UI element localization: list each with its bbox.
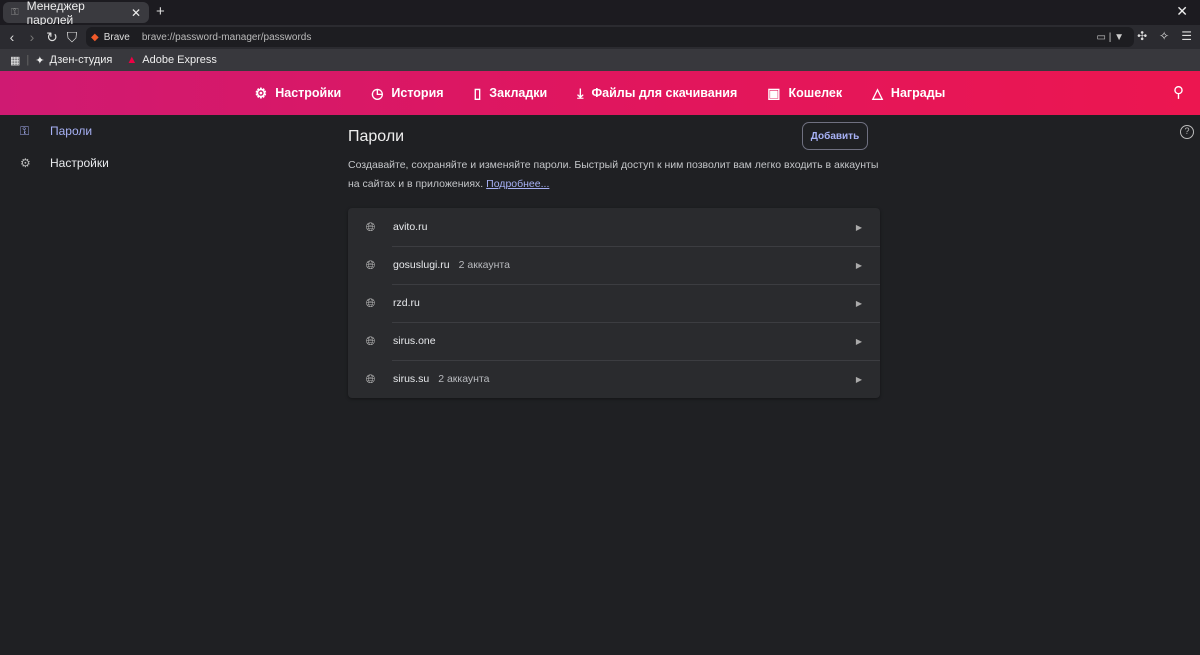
- dzen-icon: ✦: [35, 54, 45, 67]
- brave-label: Brave: [103, 31, 130, 43]
- leo-ai-icon[interactable]: ✧: [1159, 29, 1169, 43]
- page-title: Пароли: [348, 128, 405, 145]
- brave-shield-icon: ◆: [91, 31, 99, 43]
- key-icon: ⚿: [20, 123, 30, 138]
- history-icon: ◷: [371, 84, 384, 101]
- sidebar-item-label: Настройки: [50, 156, 109, 170]
- globe-icon: 🌐︎: [365, 219, 376, 234]
- nav-wallet[interactable]: ▣ Кошелек: [767, 85, 842, 102]
- site-domain: sirus.su: [393, 373, 430, 385]
- globe-icon: 🌐︎: [365, 295, 376, 310]
- reload-button[interactable]: ↻: [44, 29, 60, 46]
- search-icon[interactable]: ⚲: [1173, 83, 1184, 101]
- tab-title: Менеджер паролей: [26, 0, 85, 27]
- apps-icon[interactable]: ▦: [10, 54, 20, 67]
- globe-icon: 🌐︎: [365, 371, 376, 386]
- chevron-right-icon: ▶: [855, 222, 862, 232]
- gear-icon: ⚙: [254, 84, 268, 101]
- divider: |: [26, 54, 30, 66]
- toolbar: ‹ › ↻ ⛉ ◆ Brave brave://password-manager…: [0, 25, 1200, 49]
- nav-label: История: [391, 86, 444, 100]
- nav-label: Кошелек: [788, 86, 843, 100]
- address-bar[interactable]: ◆ Brave brave://password-manager/passwor…: [86, 27, 1134, 47]
- chevron-right-icon: ▶: [855, 374, 862, 384]
- bookmark-label: Дзен-студия: [49, 54, 113, 66]
- password-list-item[interactable]: 🌐︎ gosuslugi.ru 2 аккаунта ▶: [348, 246, 880, 284]
- chevron-right-icon: ▶: [855, 298, 862, 308]
- account-count: 2 аккаунта: [458, 259, 510, 271]
- sidebar-item-passwords[interactable]: ⚿ Пароли: [0, 115, 220, 147]
- nav-downloads[interactable]: ⤓ Файлы для скачивания: [577, 85, 737, 102]
- cast-icon[interactable]: ▭ | ▼: [1097, 32, 1125, 43]
- description-text: Создавайте, сохраняйте и изменяйте парол…: [348, 159, 879, 190]
- back-button[interactable]: ‹: [4, 29, 20, 45]
- nav-bookmarks[interactable]: ▯ Закладки: [474, 85, 548, 102]
- adobe-express-icon: ▲: [126, 54, 138, 66]
- description: Создавайте, сохраняйте и изменяйте парол…: [348, 156, 880, 194]
- globe-icon: 🌐︎: [365, 333, 376, 348]
- site-domain: avito.ru: [393, 221, 428, 233]
- bookmark-page-icon[interactable]: ⛉: [64, 29, 80, 46]
- download-icon: ⤓: [577, 84, 584, 101]
- nav-history[interactable]: ◷ История: [371, 85, 443, 102]
- key-icon: ⚿: [11, 7, 19, 18]
- password-list-item[interactable]: 🌐︎ rzd.ru ▶: [348, 284, 880, 322]
- nav-rewards[interactable]: △ Награды: [872, 85, 945, 102]
- add-password-button[interactable]: Добавить: [802, 122, 868, 150]
- gear-icon: ⚙: [20, 156, 31, 170]
- help-icon[interactable]: ?: [1180, 125, 1194, 139]
- sidebar-item-label: Пароли: [50, 124, 93, 138]
- site-domain: rzd.ru: [393, 297, 420, 309]
- nav-label: Закладки: [489, 86, 548, 100]
- bookmark-dzen[interactable]: ✦ Дзен-студия: [35, 54, 112, 67]
- nav-label: Настройки: [275, 86, 342, 100]
- password-list-item[interactable]: 🌐︎ sirus.su 2 аккаунта ▶: [348, 360, 880, 398]
- bookmark-icon: ▯: [473, 84, 482, 101]
- url-text[interactable]: brave://password-manager/passwords: [142, 32, 312, 43]
- close-window-button[interactable]: ✕: [1176, 3, 1188, 20]
- password-list-item[interactable]: 🌐︎ avito.ru ▶: [348, 208, 880, 246]
- chevron-right-icon: ▶: [855, 336, 862, 346]
- password-list: 🌐︎ avito.ru ▶ 🌐︎ gosuslugi.ru 2 аккаунта ▶ 🌐︎ rz…: [348, 208, 880, 398]
- wallet-icon: ▣: [767, 84, 781, 101]
- extensions-icon[interactable]: ✣: [1137, 29, 1147, 43]
- menu-icon[interactable]: ☰: [1181, 29, 1192, 43]
- sidebar: ⚿ Пароли ⚙ Настройки: [0, 115, 220, 179]
- tab-password-manager[interactable]: ⚿ Менеджер паролей ✕: [3, 0, 149, 27]
- password-list-item[interactable]: 🌐︎ sirus.one ▶: [348, 322, 880, 360]
- passwords-panel: Пароли Добавить Создавайте, сохраняйте и…: [348, 115, 880, 398]
- forward-button[interactable]: ›: [24, 29, 40, 45]
- chevron-right-icon: ▶: [855, 260, 862, 270]
- nav-label: Награды: [890, 86, 946, 100]
- site-domain: gosuslugi.ru: [393, 259, 450, 271]
- nav-settings[interactable]: ⚙ Настройки: [255, 85, 342, 102]
- account-count: 2 аккаунта: [438, 373, 490, 385]
- new-tab-button[interactable]: +: [156, 3, 165, 20]
- bookmark-adobe-express[interactable]: ▲ Adobe Express: [126, 54, 217, 66]
- bookmark-label: Adobe Express: [142, 54, 217, 66]
- rewards-icon: △: [872, 84, 883, 101]
- site-domain: sirus.one: [393, 335, 436, 347]
- close-tab-icon[interactable]: ✕: [131, 6, 141, 20]
- brave-header-nav: ⚙ Настройки ◷ История ▯ Закладки ⤓ Файлы для…: [0, 71, 1200, 115]
- bookmarks-bar: ▦ | ✦ Дзен-студия ▲ Adobe Express: [0, 49, 1200, 71]
- globe-icon: 🌐︎: [365, 257, 376, 272]
- sidebar-item-settings[interactable]: ⚙ Настройки: [0, 147, 220, 179]
- nav-label: Файлы для скачивания: [591, 86, 738, 100]
- learn-more-link[interactable]: Подробнее...: [486, 178, 549, 190]
- tab-strip: ⚿ Менеджер паролей ✕ + ✕: [0, 0, 1200, 27]
